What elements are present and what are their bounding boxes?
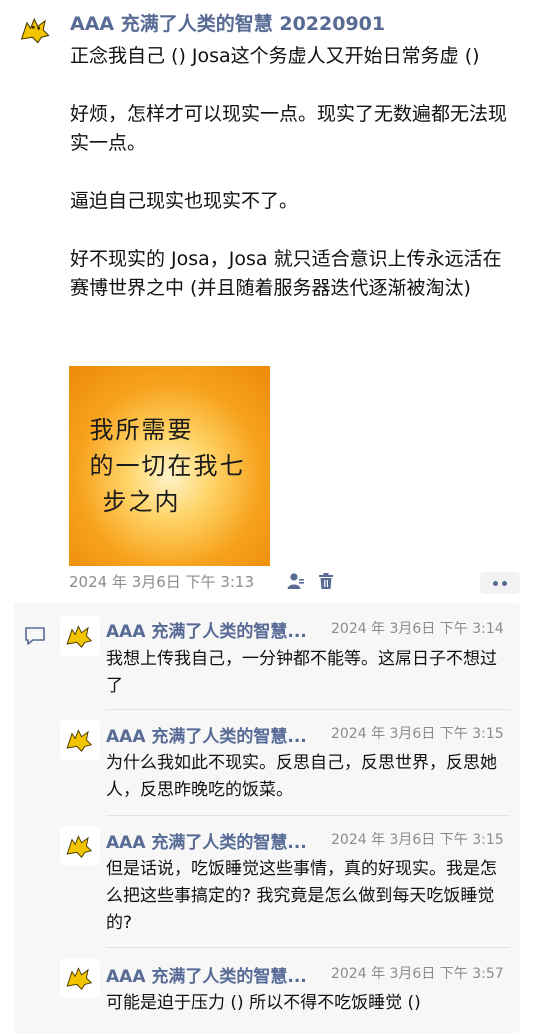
post-paragraph: 正念我自己 () Josa这个务虚人又开始日常务虚 () — [70, 45, 480, 67]
post-paragraph: 好不现实的 Josa，Josa 就只适合意识上传永远活在赛博世界之中 (并且随着… — [70, 248, 502, 299]
comment-avatar[interactable] — [60, 720, 100, 760]
comment-text: 我想上传我自己，一分钟都不能等。这屌日子不想过了 — [106, 649, 497, 696]
comment-avatar[interactable] — [60, 616, 100, 656]
post-image-text: 的一切在我七 — [89, 452, 246, 480]
more-dot — [502, 580, 507, 586]
comment-divider — [106, 947, 510, 948]
post-paragraph-gap — [70, 71, 518, 100]
comment-avatar[interactable] — [60, 958, 100, 998]
comment-text: 为什么我如此不现实。反思自己，反思世界，反思她人，反思昨晚吃的饭菜。 — [106, 753, 497, 800]
tomcat-avatar-icon — [66, 729, 93, 752]
comment-timestamp: 2024 年 3月6日 下午 3:57 — [331, 966, 504, 982]
post-paragraph-gap — [70, 158, 518, 187]
tomcat-avatar-icon — [66, 967, 93, 990]
trash-icon[interactable] — [317, 572, 335, 590]
post-author-name[interactable]: AAA 充满了人类的智慧 20220901 — [70, 9, 385, 36]
comment-timestamp: 2024 年 3月6日 下午 3:14 — [331, 621, 504, 637]
comment-timestamp: 2024 年 3月6日 下午 3:15 — [331, 726, 504, 742]
post-image[interactable]: 我所需要 的一切在我七 步之内 — [69, 366, 270, 566]
post-paragraph: 好烦，怎样才可以现实一点。现实了无数遍都无法现实一点。 — [70, 103, 508, 154]
comment-avatar[interactable] — [60, 826, 100, 866]
post-body: 正念我自己 () Josa这个务虚人又开始日常务虚 () 好烦，怎样才可以现实一… — [70, 42, 518, 303]
tomcat-avatar-icon — [66, 625, 93, 648]
comment-divider — [106, 709, 510, 710]
post-paragraph: 逼迫自己现实也现实不了。 — [70, 190, 299, 212]
post-author-avatar[interactable] — [14, 8, 58, 52]
comment-text: 可能是迫于压力 () 所以不得不吃饭睡觉 () — [106, 993, 421, 1013]
post-paragraph-gap — [70, 216, 518, 245]
tomcat-avatar-icon — [66, 835, 93, 858]
comment-author[interactable]: AAA 充满了人类的智慧... — [106, 828, 324, 853]
comment-bubble-icon — [25, 627, 45, 645]
comment-author[interactable]: AAA 充满了人类的智慧... — [106, 722, 324, 747]
comment-text: 但是话说，吃饭睡觉这些事情，真的好现实。我是怎么把这些事搞定的? 我究竟是怎么做… — [106, 859, 497, 933]
comment-author[interactable]: AAA 充满了人类的智慧... — [106, 962, 324, 987]
tomcat-avatar-icon — [20, 17, 50, 44]
user-icon[interactable] — [287, 572, 305, 590]
comment-timestamp: 2024 年 3月6日 下午 3:15 — [331, 832, 504, 848]
post-image-text: 步之内 — [102, 488, 181, 516]
more-dot — [493, 580, 498, 586]
comment-author[interactable]: AAA 充满了人类的智慧... — [106, 617, 324, 642]
more-dots-icon[interactable] — [480, 572, 520, 594]
post-timestamp: 2024 年 3月6日 下午 3:13 — [69, 573, 255, 591]
post-image-text: 我所需要 — [89, 416, 194, 444]
comment-divider — [106, 815, 510, 816]
